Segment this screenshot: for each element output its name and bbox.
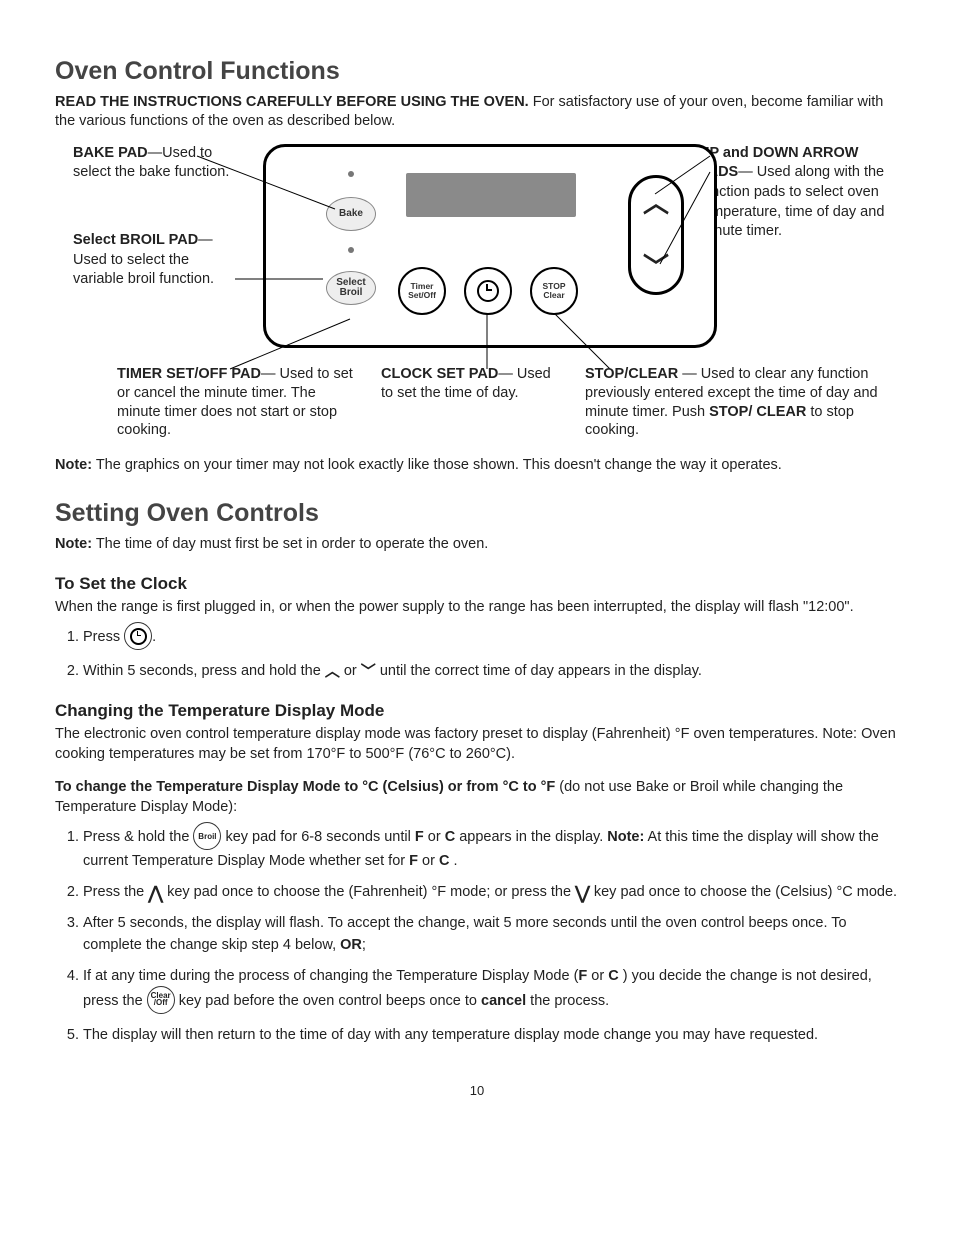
control-panel-diagram: BAKE PAD—Used to select the bake functio… <box>55 144 899 444</box>
down-arrow-icon: ﹀ <box>361 664 376 679</box>
up-arrow-icon: ︿ <box>325 664 340 679</box>
bake-pad[interactable]: Bake <box>326 197 376 231</box>
down-arrow-icon: ⋁ <box>575 884 590 902</box>
oven-display <box>406 173 576 217</box>
heading-set-clock: To Set the Clock <box>55 573 899 596</box>
temp-step-5: The display will then return to the time… <box>83 1025 899 1046</box>
set-clock-intro: When the range is first plugged in, or w… <box>55 598 899 618</box>
broil-pad-callout: Select BROIL PAD— Used to select the var… <box>73 231 243 290</box>
intro-bold: READ THE INSTRUCTIONS CAREFULLY BEFORE U… <box>55 94 529 110</box>
bake-pad-callout: BAKE PAD—Used to select the bake functio… <box>73 144 243 183</box>
timer-set-off-pad[interactable]: TimerSet/Off <box>398 267 446 315</box>
up-down-arrow-pad[interactable]: ︿ ﹀ <box>628 175 684 295</box>
clear-off-icon: Clear/Off <box>147 986 175 1014</box>
clock-pad-callout: CLOCK SET PAD— Used to set the time of d… <box>381 365 561 440</box>
page-number: 10 <box>55 1082 899 1100</box>
control-panel: Bake SelectBroil TimerSet/Off STOPClear … <box>263 144 717 348</box>
stop-clear-callout: STOP/CLEAR — Used to clear any function … <box>585 365 885 440</box>
indicator-dot-top <box>348 171 354 177</box>
temp-mode-steps: Press & hold the Broil key pad for 6-8 s… <box>55 823 899 1045</box>
clock-icon <box>124 622 152 650</box>
set-clock-steps: Press . Within 5 seconds, press and hold… <box>55 623 899 682</box>
setting-note: Note: The time of day must first be set … <box>55 535 899 555</box>
select-broil-pad[interactable]: SelectBroil <box>326 271 376 305</box>
heading-setting-oven-controls: Setting Oven Controls <box>55 497 899 531</box>
clock-icon <box>477 280 499 302</box>
temp-step-4: If at any time during the process of cha… <box>83 966 899 1015</box>
down-arrow-icon: ﹀ <box>643 254 669 280</box>
timer-pad-callout: TIMER SET/OFF PAD— Used to set or cancel… <box>117 365 357 440</box>
heading-temp-display-mode: Changing the Temperature Display Mode <box>55 700 899 723</box>
arrow-pads-callout: UP and DOWN ARROW PADS— Used along with … <box>699 144 899 242</box>
set-clock-step-1: Press . <box>83 623 899 651</box>
broil-icon: Broil <box>193 822 221 850</box>
set-clock-step-2: Within 5 seconds, press and hold the ︿ o… <box>83 661 899 682</box>
temp-step-2: Press the ⋀ key pad once to choose the (… <box>83 882 899 903</box>
stop-clear-pad[interactable]: STOPClear <box>530 267 578 315</box>
indicator-dot-bottom <box>348 247 354 253</box>
up-arrow-icon: ⋀ <box>148 884 163 902</box>
temp-step-1: Press & hold the Broil key pad for 6-8 s… <box>83 823 899 872</box>
temp-mode-intro: The electronic oven control temperature … <box>55 725 899 764</box>
intro-paragraph: READ THE INSTRUCTIONS CAREFULLY BEFORE U… <box>55 93 899 132</box>
up-arrow-icon: ︿ <box>643 190 669 216</box>
temp-step-3: After 5 seconds, the display will flash.… <box>83 913 899 955</box>
temp-mode-lead: To change the Temperature Display Mode t… <box>55 778 899 817</box>
heading-oven-control-functions: Oven Control Functions <box>55 55 899 89</box>
graphics-note: Note: The graphics on your timer may not… <box>55 456 899 476</box>
clock-set-pad[interactable] <box>464 267 512 315</box>
